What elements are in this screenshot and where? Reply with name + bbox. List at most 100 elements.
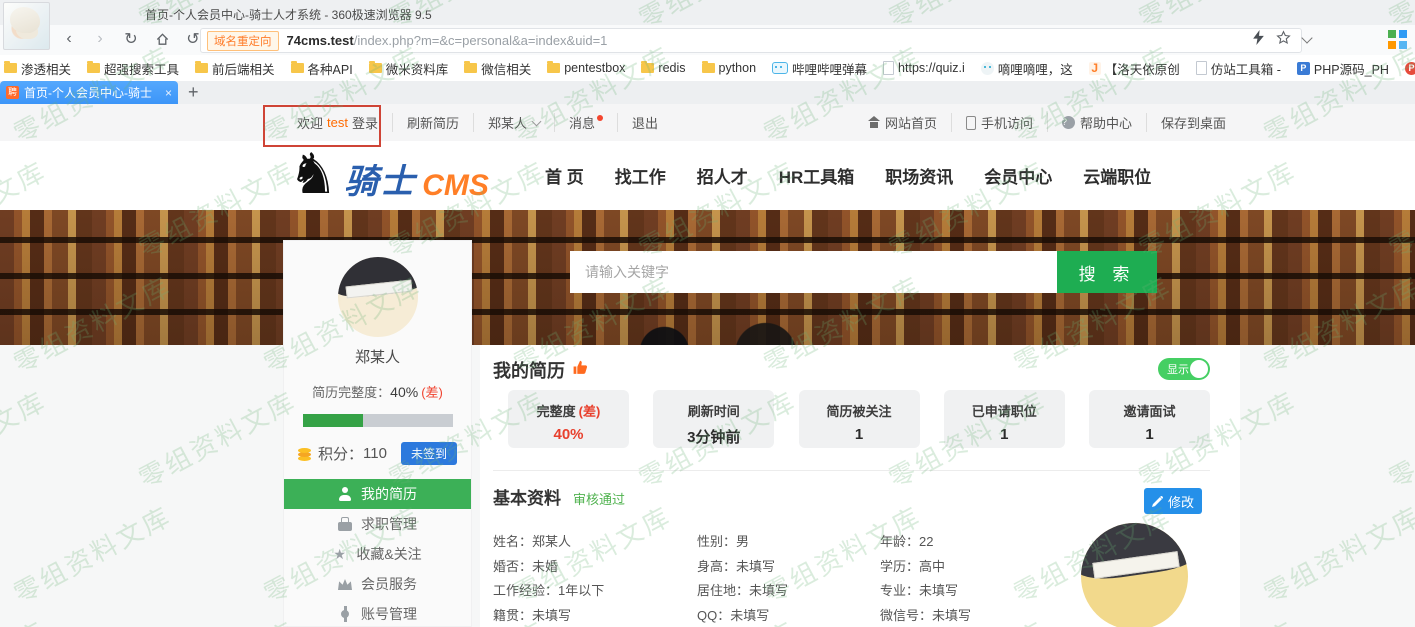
home-icon[interactable] xyxy=(151,28,173,50)
bilibili-icon xyxy=(772,62,788,74)
bookmark-star-icon[interactable] xyxy=(1276,30,1291,50)
sidebar-menu-item[interactable]: 求职管理 xyxy=(284,509,471,539)
url-path: /index.php?m=&c=personal&a=index&uid=1 xyxy=(354,33,608,48)
bookmark-item[interactable]: pentestbox xyxy=(547,61,625,75)
site-header: ♞ 骑士 CMS 首 页 找工作 招人才 HR工具箱 职场资讯 会员中心 云端职位 xyxy=(0,141,1415,210)
user-dropdown[interactable]: 郑某人 xyxy=(473,113,554,132)
nav-item[interactable]: 职场资讯 xyxy=(885,163,953,188)
field-value: 未填写 xyxy=(919,583,958,598)
nav-item[interactable]: HR工具箱 xyxy=(779,163,855,188)
question-icon xyxy=(1062,116,1075,129)
bookmark-item[interactable]: 超强搜索工具 xyxy=(87,59,179,78)
logout-link[interactable]: 退出 xyxy=(617,113,672,132)
stat-card: 邀请面试 1 xyxy=(1089,390,1210,448)
nav-item[interactable]: 会员中心 xyxy=(984,163,1052,188)
folder-icon xyxy=(641,63,654,73)
tab-bar: 聘 首页-个人会员中心-骑士 × + xyxy=(0,81,1415,104)
sidebar-menu-item[interactable]: 我的简历 xyxy=(284,479,471,509)
field-value: 男 xyxy=(736,534,749,549)
topbar-link[interactable]: 保存到桌面 xyxy=(1146,113,1240,132)
topbar-link[interactable]: 网站首页 xyxy=(854,113,951,132)
audit-status: 审核通过 xyxy=(573,489,625,508)
refresh-icon[interactable]: ↻ xyxy=(120,28,142,50)
forward-icon: › xyxy=(89,28,111,50)
url-domain: 74cms.test xyxy=(287,33,354,48)
nav-item[interactable]: 招人才 xyxy=(697,163,748,188)
bookmark-label: 超强搜索工具 xyxy=(104,59,179,78)
knight-logo-icon: ♞ xyxy=(288,147,338,203)
bookmark-item[interactable]: 嘀哩嘀哩，这 xyxy=(981,59,1073,78)
field-value: 未婚 xyxy=(532,559,558,574)
lightning-icon[interactable] xyxy=(1253,30,1264,50)
bookmark-item[interactable]: 渗透相关 xyxy=(4,59,71,78)
sidebar-menu-item[interactable]: 会员服务 xyxy=(284,569,471,599)
field-value: 高中 xyxy=(919,559,945,574)
bookmark-item[interactable]: https://quiz.i xyxy=(883,61,965,75)
bookmark-label: PHP源码_PH xyxy=(1314,59,1389,78)
stat-value: 40% xyxy=(508,426,629,443)
bookmark-item[interactable]: 微信相关 xyxy=(464,59,531,78)
field-value: 未填写 xyxy=(932,608,971,623)
completeness-progress-fill xyxy=(303,414,363,427)
field-value: 1年以下 xyxy=(558,583,604,598)
chevron-down-icon xyxy=(532,116,542,126)
topbar-link[interactable]: 帮助中心 xyxy=(1047,113,1146,132)
bookmark-label: 微米资料库 xyxy=(386,59,449,78)
refresh-resume-link[interactable]: 刷新简历 xyxy=(392,113,473,132)
edit-button[interactable]: 修改 xyxy=(1144,488,1202,514)
nav-item[interactable]: 首 页 xyxy=(545,163,584,188)
section-divider xyxy=(493,470,1210,471)
apps-grid-icon[interactable] xyxy=(1388,30,1407,49)
browser-profile-avatar[interactable] xyxy=(3,2,50,50)
new-tab-icon[interactable]: + xyxy=(188,81,199,104)
page-icon xyxy=(883,61,894,75)
info-field: 性别男 xyxy=(697,531,880,556)
folder-icon xyxy=(4,63,17,73)
topbar-link[interactable]: 手机访问 xyxy=(951,113,1047,132)
back-icon[interactable]: ‹ xyxy=(58,28,80,50)
sidebar-username: 郑某人 xyxy=(284,346,471,367)
field-value: 未填写 xyxy=(532,608,571,623)
sidebar-menu-item[interactable]: 收藏&关注 xyxy=(284,539,471,569)
browser-tab-active[interactable]: 聘 首页-个人会员中心-骑士 × xyxy=(0,81,178,104)
bookmark-item[interactable]: 微米资料库 xyxy=(369,59,449,78)
sidebar-item-label: 账号管理 xyxy=(361,604,417,624)
logo-text-en: CMS xyxy=(422,169,489,203)
nav-item[interactable]: 云端职位 xyxy=(1083,163,1151,188)
visibility-toggle[interactable]: 显示 xyxy=(1158,358,1210,380)
sidebar-item-label: 求职管理 xyxy=(361,514,417,534)
tab-close-icon[interactable]: × xyxy=(165,86,172,100)
tab-favicon: 聘 xyxy=(6,86,19,99)
toggle-knob xyxy=(1190,360,1208,378)
home-icon xyxy=(868,117,880,128)
coins-icon xyxy=(298,448,311,453)
bookmark-item[interactable]: 各种API xyxy=(291,59,353,78)
search-input[interactable] xyxy=(570,251,1057,293)
address-bar[interactable]: 域名重定向 74cms.test /index.php?m=&c=persona… xyxy=(200,28,1302,53)
bookmark-label: 嘀哩嘀哩，这 xyxy=(998,59,1073,78)
bookmark-item[interactable]: 哔哩哔哩弹幕 xyxy=(772,59,867,78)
info-field: 工作经验1年以下 xyxy=(493,580,697,605)
bookmark-item[interactable]: 仿站工具箱 - xyxy=(1196,59,1281,78)
bookmark-label: python xyxy=(719,61,757,75)
main-nav: 首 页 找工作 招人才 HR工具箱 职场资讯 会员中心 云端职位 xyxy=(545,163,1151,188)
info-field: 学历高中 xyxy=(880,556,1110,581)
sign-in-button[interactable]: 未签到 xyxy=(401,442,457,465)
messages-link[interactable]: 消息 xyxy=(554,113,617,132)
browser-window: 首页-个人会员中心-骑士人才系统 - 360极速浏览器 9.5 ‹ › ↻ ↺ … xyxy=(0,0,1415,627)
bookmark-item[interactable]: 前后端相关 xyxy=(195,59,275,78)
nav-item[interactable]: 找工作 xyxy=(615,163,666,188)
sidebar-menu-item[interactable]: 账号管理 xyxy=(284,599,471,627)
chevron-down-icon[interactable] xyxy=(1301,32,1312,43)
site-logo[interactable]: ♞ 骑士 CMS xyxy=(288,147,489,203)
bookmark-item[interactable]: P PHP源码,PH xyxy=(1405,59,1415,78)
bookmark-item[interactable]: P PHP源码_PH xyxy=(1297,59,1389,78)
folder-icon xyxy=(547,63,560,73)
stat-value: 1 xyxy=(1089,426,1210,443)
bookmark-item[interactable]: J 【洛天依原创 xyxy=(1089,59,1180,78)
search-button[interactable]: 搜 索 xyxy=(1057,251,1157,293)
bookmark-item[interactable]: python xyxy=(702,61,757,75)
php-red-icon: P xyxy=(1405,62,1415,75)
bookmark-item[interactable]: redis xyxy=(641,61,685,75)
folder-icon xyxy=(87,63,100,73)
